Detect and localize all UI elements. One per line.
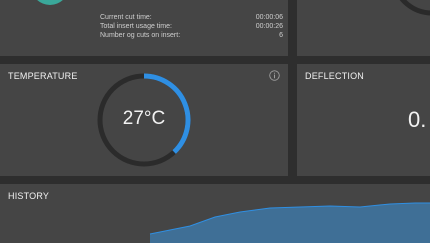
status-circle — [37, 0, 63, 5]
stat-row-total-usage-time: Total insert usage time: 00:00:26 — [100, 22, 283, 31]
deflection-value: 0. — [408, 107, 427, 132]
stat-label: Number og cuts on insert: — [100, 32, 181, 39]
stat-value: 00:00:26 — [255, 23, 283, 30]
stat-row-number-of-cuts: Number og cuts on insert: 6 — [100, 31, 283, 40]
history-panel: HISTORY — [0, 184, 430, 243]
info-icon[interactable] — [269, 70, 280, 81]
stat-label: Total insert usage time: — [100, 23, 172, 30]
history-area — [150, 203, 430, 243]
top-right-gauge — [399, 0, 430, 16]
stat-value: 00:00:06 — [255, 14, 283, 21]
temperature-value: 27°C — [122, 108, 166, 129]
history-chart — [149, 202, 430, 243]
stat-value: 6 — [279, 32, 283, 39]
deflection-title: DEFLECTION — [305, 71, 365, 81]
temperature-title: TEMPERATURE — [8, 71, 78, 81]
cut-info-panel: Current cut time: 00:00:06 Total insert … — [0, 0, 288, 56]
stat-row-current-cut-time: Current cut time: 00:00:06 — [100, 13, 283, 22]
top-right-panel — [297, 0, 430, 56]
cut-stats: Current cut time: 00:00:06 Total insert … — [100, 13, 283, 40]
stat-label: Current cut time: — [100, 14, 152, 21]
